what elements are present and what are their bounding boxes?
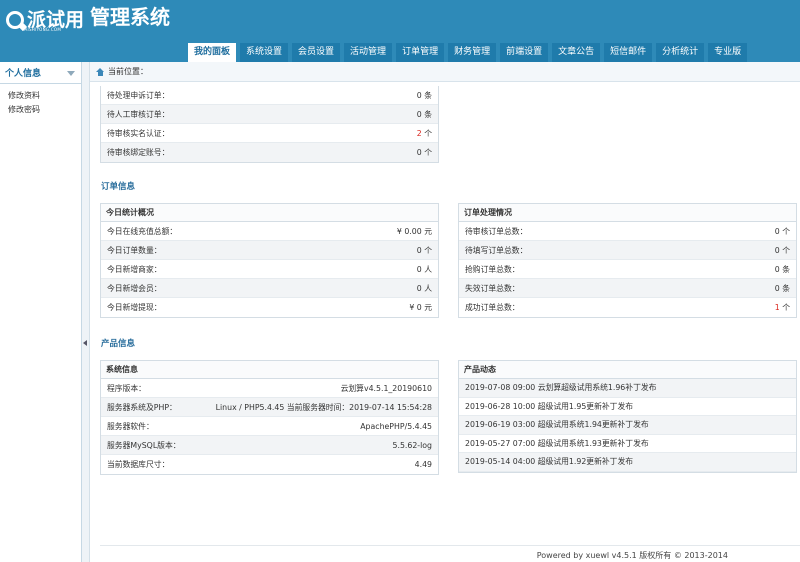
news-item[interactable]: 2019-05-14 04:00 超级试用1.92更新补丁发布 [459, 453, 796, 472]
nav-tab-analytics[interactable]: 分析统计 [656, 43, 705, 62]
home-icon[interactable] [96, 67, 105, 76]
table-row: 待填写订单总数： 0 个 [459, 241, 796, 260]
product-section-title: 产品信息 [101, 339, 136, 349]
nav-tab-system-settings[interactable]: 系统设置 [240, 43, 289, 62]
chevron-down-icon[interactable] [67, 71, 75, 76]
nav-tab-activity[interactable]: 活动管理 [344, 43, 393, 62]
table-row: 抢购订单总数： 0 条 [459, 260, 796, 279]
table-row: 失效订单总数： 0 条 [459, 279, 796, 298]
nav-tab-dashboard[interactable]: 我的面板 [188, 43, 237, 62]
today-stats-panel: 今日统计概况 今日在线充值总额： ¥ 0.00 元 今日订单数量： 0 个 今日新增… [100, 203, 439, 318]
order-section-title: 订单信息 [101, 182, 136, 192]
table-row: 待审核绑定账号： 0 个 [101, 143, 438, 162]
table-row: 今日在线充值总额： ¥ 0.00 元 [101, 222, 438, 241]
table-row: 今日订单数量： 0 个 [101, 241, 438, 260]
table-row: 今日新增会员： 0 人 [101, 279, 438, 298]
today-stats-heading: 今日统计概况 [101, 204, 438, 222]
order-processing-heading: 订单处理情况 [459, 204, 796, 222]
sidebar-heading-label: 个人信息 [5, 69, 42, 79]
news-item[interactable]: 2019-05-27 07:00 超级试用系统1.93更新补丁发布 [459, 435, 796, 453]
system-title: 管理系统 [90, 5, 170, 29]
system-info-panel: 系统信息 程序版本： 云划算v4.5.1_20190610 服务器系统及PHP： L… [100, 360, 439, 475]
sidebar-heading[interactable]: 个人信息 [0, 62, 81, 84]
table-row: 服务器系统及PHP： Linux / PHP5.4.45 当前服务器时间：2019… [101, 398, 438, 417]
pending-panel: 待处理申诉订单： 0 条 待人工审核订单： 0 条 待审核实名认证： 2 个 待… [100, 86, 439, 163]
table-row: 待审核实名认证： 2 个 [101, 124, 438, 143]
nav-tab-sms-email[interactable]: 短信邮件 [604, 43, 653, 62]
sidebar-collapse-bar[interactable] [82, 62, 90, 562]
table-row: 今日新增提现： ¥ 0 元 [107, 303, 432, 312]
sidebar-item-edit-profile[interactable]: 修改资料 [0, 89, 81, 103]
product-news-panel: 产品动态 2019-07-08 09:00 云划算超级试用系统1.96补丁发布 … [458, 360, 797, 473]
table-row: 服务器软件： ApachePHP/5.4.45 [101, 417, 438, 436]
sidebar: 个人信息 修改资料 修改密码 [0, 62, 82, 562]
table-row: 当前数据库尺寸： 4.49 [107, 460, 432, 469]
table-row: 服务器MySQL版本： 5.5.62-log [101, 436, 438, 455]
top-header: 派试用 PAISHIYONG.COM 管理系统 我的面板 系统设置 会员设置 活… [0, 0, 800, 62]
news-item[interactable]: 2019-06-28 10:00 超级试用1.95更新补丁发布 [459, 398, 796, 416]
main-content: 待处理申诉订单： 0 条 待人工审核订单： 0 条 待审核实名认证： 2 个 待… [90, 82, 800, 562]
pending-rows: 待处理申诉订单： 0 条 待人工审核订单： 0 条 待审核实名认证： 2 个 待… [101, 86, 438, 162]
product-news-heading: 产品动态 [459, 361, 796, 379]
table-row: 成功订单总数： 1 个 [465, 303, 790, 312]
table-row: 程序版本： 云划算v4.5.1_20190610 [101, 379, 438, 398]
footer-copyright: Powered by xuewl v4.5.1 版权所有 © 2013-2014 [536, 551, 728, 560]
nav-tab-finance[interactable]: 财务管理 [448, 43, 497, 62]
table-row: 待人工审核订单： 0 条 [101, 105, 438, 124]
news-item[interactable]: 2019-06-19 03:00 超级试用系统1.94更新补丁发布 [459, 416, 796, 435]
nav-tab-orders[interactable]: 订单管理 [396, 43, 445, 62]
table-row: 待处理申诉订单： 0 条 [101, 86, 438, 105]
sidebar-item-change-password[interactable]: 修改密码 [0, 103, 81, 117]
table-row: 今日新增商家： 0 人 [101, 260, 438, 279]
table-row: 待审核订单总数： 0 个 [459, 222, 796, 241]
nav-tab-pro[interactable]: 专业版 [708, 43, 748, 62]
breadcrumb-label: 当前位置： [108, 67, 148, 76]
system-info-heading: 系统信息 [101, 361, 438, 379]
breadcrumb: 当前位置： [90, 62, 800, 82]
order-processing-panel: 订单处理情况 待审核订单总数： 0 个 待填写订单总数： 0 个 抢购订单总数：… [458, 203, 797, 318]
news-item[interactable]: 2019-07-08 09:00 云划算超级试用系统1.96补丁发布 [459, 379, 796, 398]
main-nav: 我的面板 系统设置 会员设置 活动管理 订单管理 财务管理 前端设置 文章公告 … [188, 43, 751, 62]
nav-tab-frontend[interactable]: 前端设置 [500, 43, 549, 62]
chevron-left-icon[interactable] [83, 340, 87, 346]
footer: Powered by xuewl v4.5.1 版权所有 © 2013-2014 [100, 545, 800, 562]
nav-tab-articles[interactable]: 文章公告 [552, 43, 601, 62]
logo-subtitle: PAISHIYONG.COM [22, 27, 62, 32]
nav-tab-member-settings[interactable]: 会员设置 [292, 43, 341, 62]
